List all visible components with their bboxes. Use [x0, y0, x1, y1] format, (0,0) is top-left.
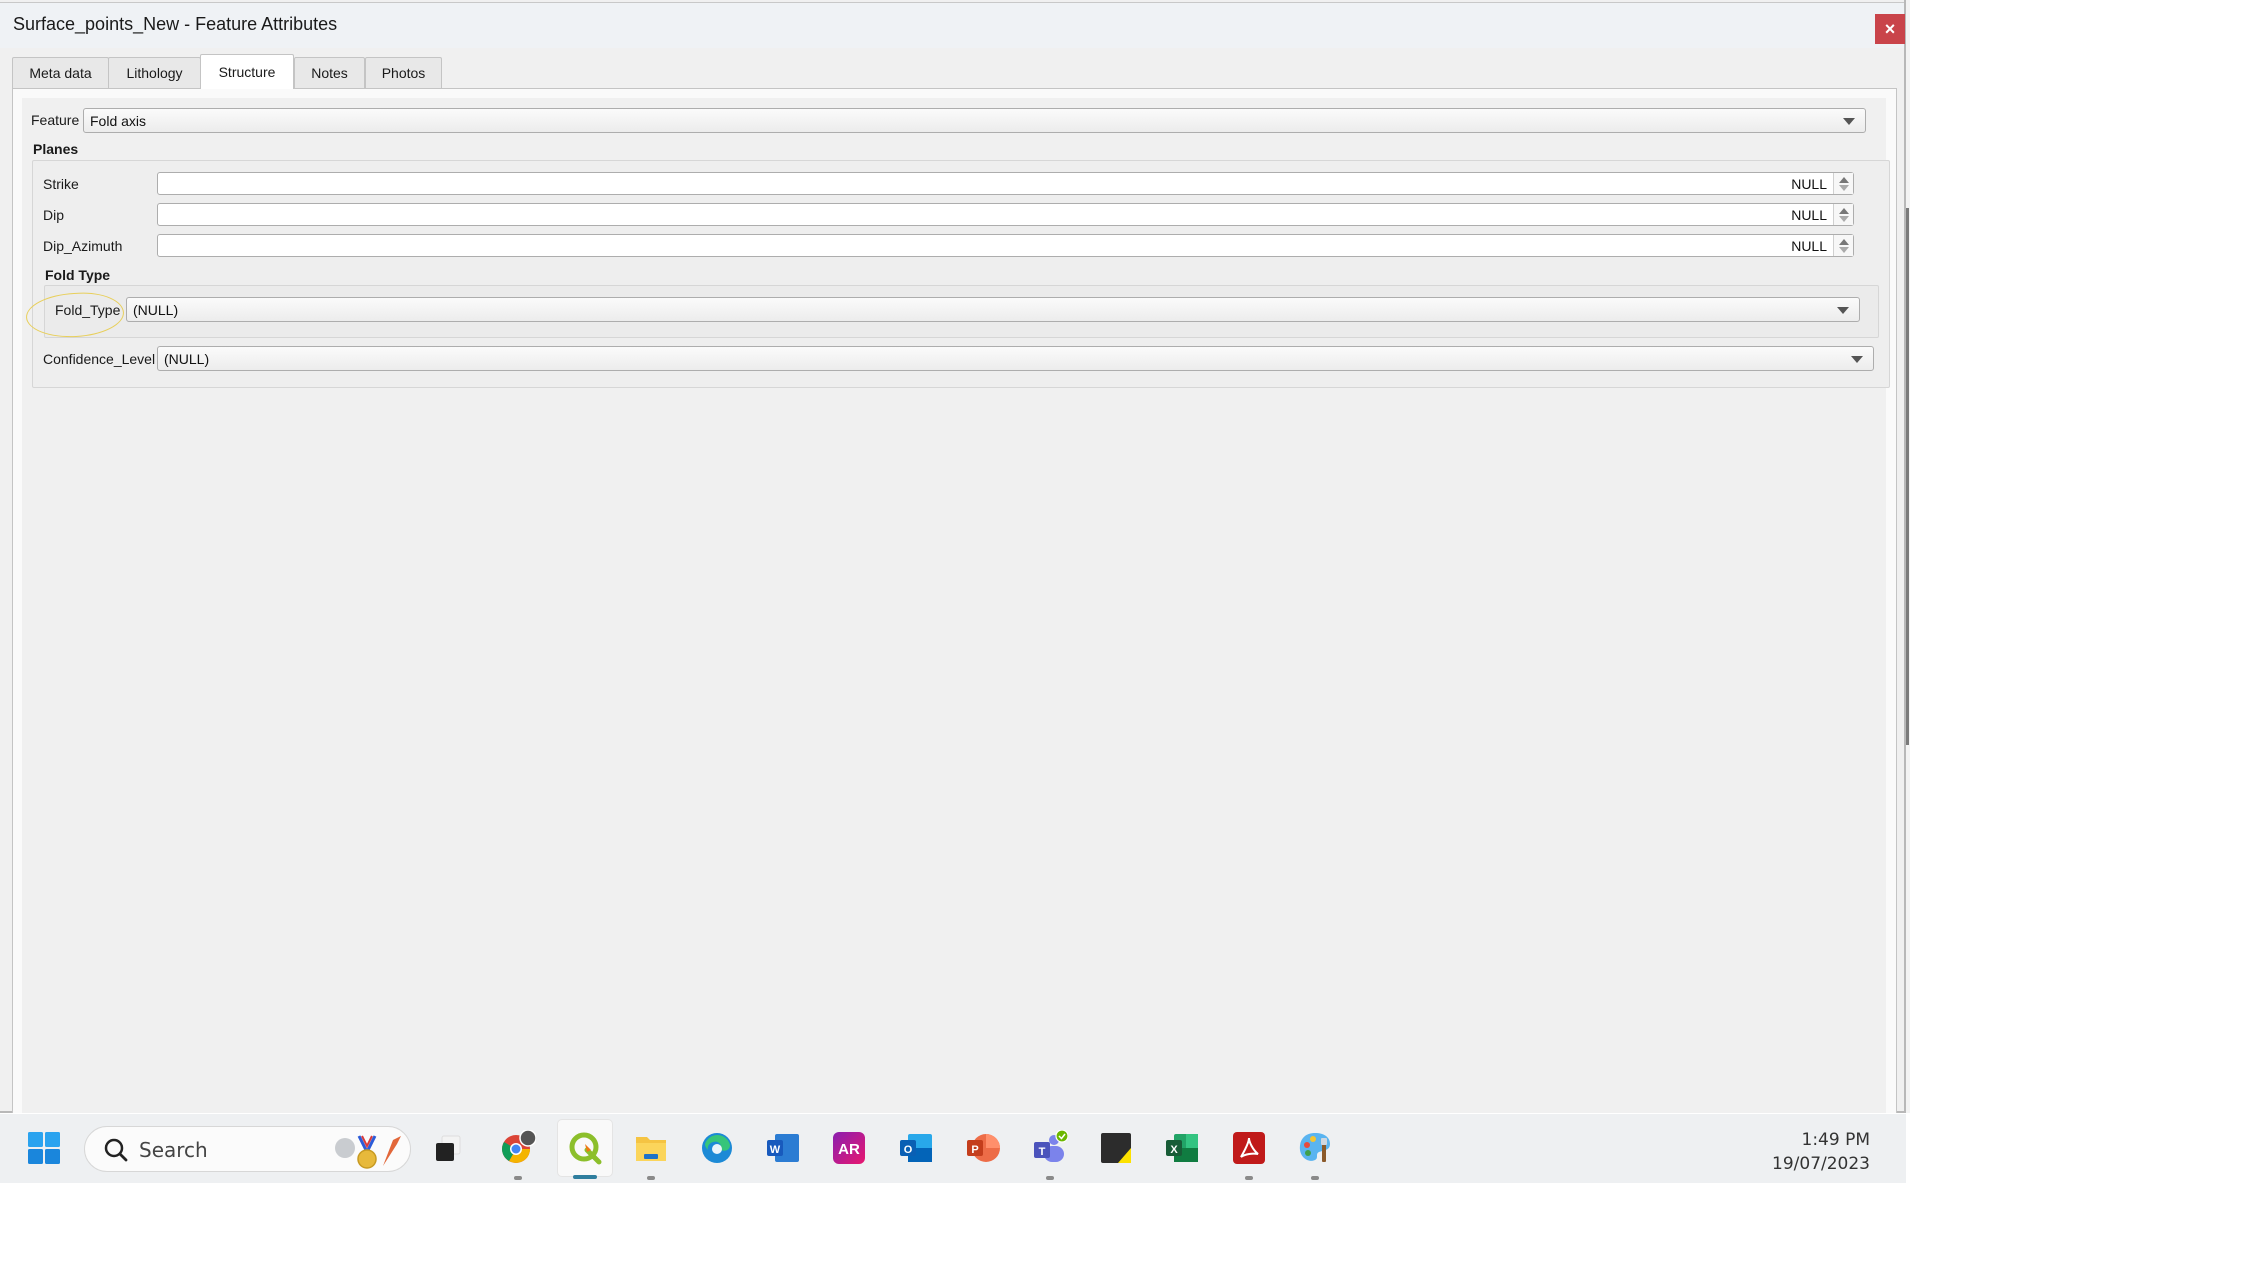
- close-button[interactable]: ×: [1875, 14, 1905, 44]
- active-window-indicator: [573, 1175, 597, 1179]
- tab-lithology[interactable]: Lithology: [108, 57, 201, 88]
- tab-label: Lithology: [126, 65, 183, 81]
- dip-azimuth-label: Dip_Azimuth: [43, 238, 123, 254]
- running-indicator: [514, 1176, 522, 1180]
- feature-label: Feature: [31, 112, 80, 128]
- title-bar[interactable]: Surface_points_New - Feature Attributes …: [0, 2, 1905, 48]
- window-title: Surface_points_New - Feature Attributes: [13, 14, 338, 34]
- svg-text:AR: AR: [838, 1141, 860, 1158]
- taskbar-app-teams[interactable]: T: [1032, 1130, 1068, 1166]
- outlook-icon: O: [900, 1134, 932, 1162]
- system-clock[interactable]: 1:49 PM 19/07/2023: [1772, 1128, 1870, 1176]
- start-button[interactable]: [26, 1130, 62, 1166]
- taskbar-app-powerpoint[interactable]: P: [965, 1130, 1001, 1166]
- sticky-notes-icon: [1101, 1133, 1131, 1163]
- dip-azimuth-input[interactable]: [158, 235, 1833, 256]
- close-icon: ×: [1884, 18, 1896, 39]
- edge-icon: [702, 1133, 732, 1163]
- svg-text:T: T: [1039, 1146, 1046, 1158]
- confidence-level-label: Confidence_Level: [43, 351, 156, 367]
- taskbar-app-adobe-acrobat[interactable]: [1231, 1130, 1267, 1166]
- svg-text:P: P: [971, 1144, 978, 1156]
- fold-type-value: (NULL): [133, 301, 179, 318]
- dip-spinbox[interactable]: [157, 203, 1854, 226]
- clock-time: 1:49 PM: [1801, 1130, 1871, 1150]
- qgis-icon: [569, 1132, 602, 1165]
- fold-type-group-title: Fold Type: [45, 267, 111, 283]
- teams-icon: T: [1034, 1130, 1068, 1162]
- task-view-icon: [436, 1135, 461, 1161]
- svg-text:W: W: [770, 1144, 781, 1156]
- chevron-down-icon: [1851, 356, 1863, 363]
- strike-spin-buttons[interactable]: [1833, 173, 1853, 194]
- fold-type-dropdown[interactable]: (NULL): [126, 297, 1860, 322]
- powerpoint-icon: P: [967, 1134, 1000, 1162]
- taskbar-app-excel[interactable]: X: [1164, 1130, 1200, 1166]
- feature-attributes-dialog: Surface_points_New - Feature Attributes …: [0, 0, 1906, 1113]
- svg-text:O: O: [904, 1144, 913, 1156]
- clock-date: 19/07/2023: [1772, 1154, 1870, 1174]
- folder-icon: [636, 1137, 666, 1161]
- chevron-down-icon: [1843, 118, 1855, 125]
- tab-label: Photos: [381, 65, 426, 81]
- spin-down-icon[interactable]: [1839, 216, 1849, 222]
- tab-label: Structure: [218, 64, 276, 80]
- taskbar-app-paint[interactable]: [1297, 1130, 1333, 1166]
- background-scrollbar-thumb[interactable]: [1906, 208, 1909, 745]
- spin-up-icon[interactable]: [1839, 177, 1849, 183]
- tab-notes[interactable]: Notes: [294, 57, 365, 88]
- tab-label: Notes: [311, 65, 348, 81]
- strike-label: Strike: [43, 176, 79, 192]
- excel-icon: X: [1166, 1134, 1198, 1162]
- acrobat-icon: [1233, 1132, 1265, 1164]
- spin-down-icon[interactable]: [1839, 247, 1849, 253]
- confidence-level-value: (NULL): [164, 350, 210, 367]
- dip-azimuth-spin-buttons[interactable]: [1833, 235, 1853, 256]
- spin-up-icon[interactable]: [1839, 239, 1849, 245]
- fold-type-label: Fold_Type: [55, 302, 121, 318]
- search-highlight-golf-medal-icon: [335, 1135, 401, 1169]
- word-icon: W: [767, 1134, 799, 1162]
- taskbar-app-word[interactable]: W: [765, 1130, 801, 1166]
- strike-input[interactable]: [158, 173, 1833, 194]
- taskbar-app-sticky-notes[interactable]: [1098, 1130, 1134, 1166]
- dip-input[interactable]: [158, 204, 1833, 225]
- taskbar-search-box[interactable]: Search: [84, 1126, 411, 1172]
- running-indicator: [1046, 1176, 1054, 1180]
- tab-structure[interactable]: Structure: [200, 54, 294, 89]
- tab-photos[interactable]: Photos: [365, 57, 442, 88]
- taskbar-app-file-explorer[interactable]: [633, 1130, 669, 1166]
- spin-down-icon[interactable]: [1839, 185, 1849, 191]
- feature-value: Fold axis: [90, 112, 147, 129]
- windows-logo-icon: [28, 1132, 60, 1164]
- svg-text:X: X: [1170, 1144, 1178, 1156]
- dip-azimuth-spinbox[interactable]: [157, 234, 1854, 257]
- dip-label: Dip: [43, 207, 65, 223]
- task-view-button[interactable]: [430, 1130, 466, 1166]
- search-placeholder: Search: [139, 1138, 208, 1162]
- chrome-icon: [502, 1130, 536, 1163]
- confidence-level-dropdown[interactable]: (NULL): [157, 346, 1874, 371]
- strike-spinbox[interactable]: [157, 172, 1854, 195]
- paint-icon: [1299, 1133, 1330, 1162]
- ar-app-icon: AR: [833, 1132, 865, 1164]
- feature-dropdown[interactable]: Fold axis: [83, 108, 1866, 133]
- tab-label: Meta data: [29, 65, 92, 81]
- taskbar: Search W AR O P T X 1:49 PM 19/07/2023: [0, 1114, 1906, 1183]
- running-indicator: [647, 1176, 655, 1180]
- taskbar-app-ar[interactable]: AR: [831, 1130, 867, 1166]
- taskbar-app-outlook[interactable]: O: [898, 1130, 934, 1166]
- taskbar-app-qgis[interactable]: [567, 1130, 603, 1166]
- search-icon: [104, 1138, 128, 1162]
- tab-meta-data[interactable]: Meta data: [12, 57, 109, 88]
- running-indicator: [1311, 1176, 1319, 1180]
- planes-group-title: Planes: [33, 141, 79, 157]
- dip-spin-buttons[interactable]: [1833, 204, 1853, 225]
- taskbar-app-chrome[interactable]: [500, 1130, 536, 1166]
- running-indicator: [1245, 1176, 1253, 1180]
- chevron-down-icon: [1837, 307, 1849, 314]
- taskbar-app-edge[interactable]: [699, 1130, 735, 1166]
- spin-up-icon[interactable]: [1839, 208, 1849, 214]
